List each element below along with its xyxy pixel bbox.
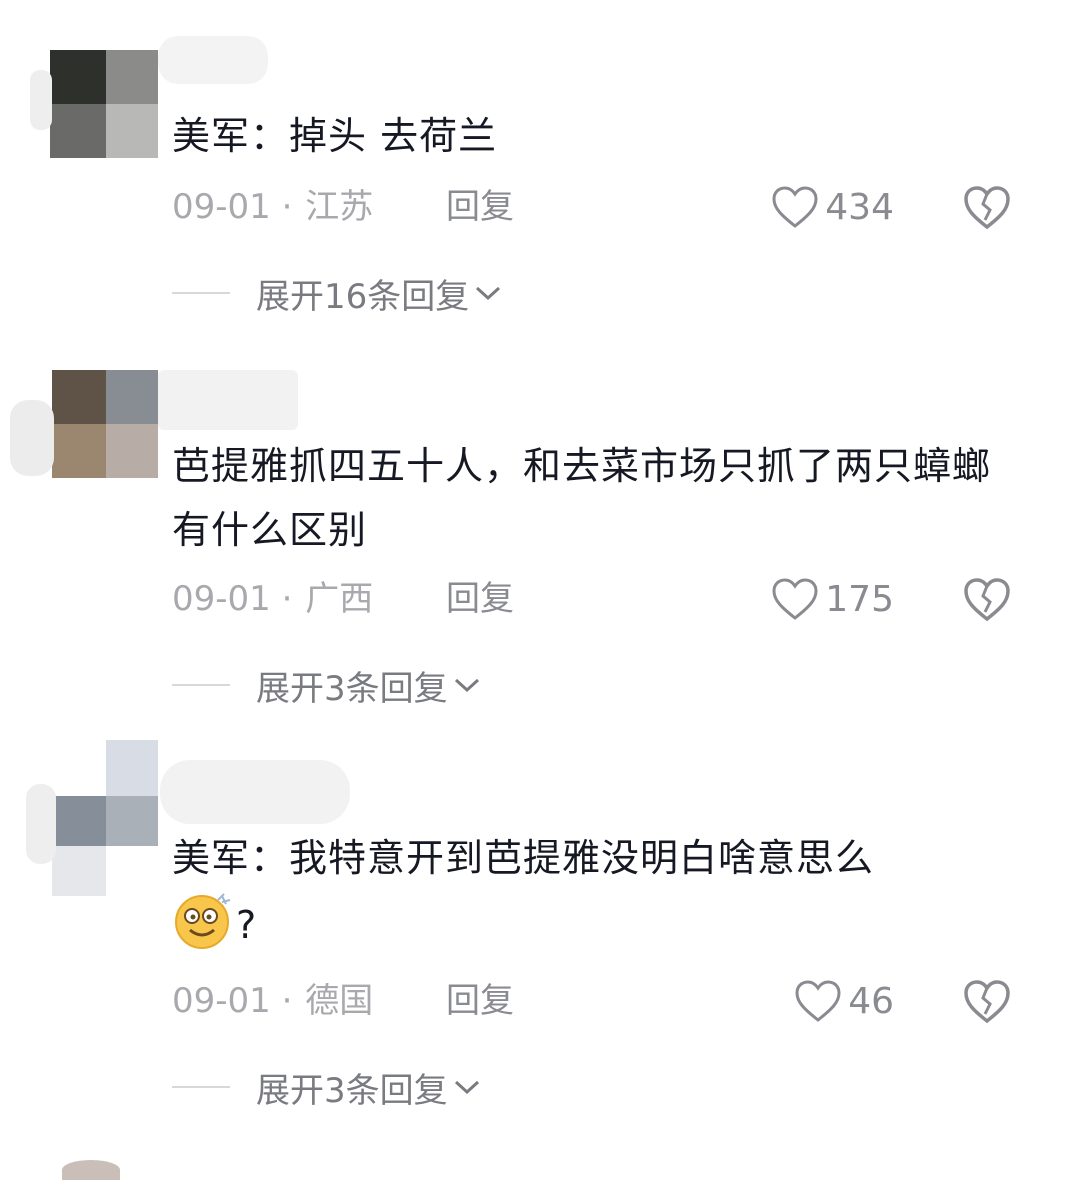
comment-date: 09-01	[172, 187, 271, 227]
comment-location: 广西	[305, 579, 374, 619]
divider-line	[172, 292, 230, 294]
heart-outline-icon	[795, 980, 841, 1022]
like-button[interactable]: 434	[771, 182, 894, 232]
meta-separator: ·	[281, 187, 293, 227]
chevron-down-icon	[454, 1080, 479, 1095]
comment-text: 美军：掉头 去荷兰	[172, 114, 498, 158]
like-count: 175	[825, 578, 894, 620]
reply-button[interactable]: 回复	[446, 574, 514, 624]
next-comment-avatar[interactable]	[62, 1160, 120, 1180]
comment-location: 江苏	[305, 187, 374, 227]
meta-separator: ·	[281, 579, 293, 619]
expand-replies-label: 展开16条回复	[256, 276, 470, 317]
comment-meta: 09-01 · 德国	[172, 976, 373, 1026]
expand-replies-label: 展开3条回复	[256, 1070, 448, 1111]
like-count: 434	[825, 186, 894, 228]
heart-outline-icon	[772, 578, 818, 620]
like-count: 46	[848, 980, 894, 1022]
comment-text: 美军：我特意开到芭提雅没明白啥意思么 ?	[172, 826, 1002, 957]
reply-button[interactable]: 回复	[446, 976, 514, 1026]
divider-line	[172, 1086, 230, 1088]
comment-text: 芭提雅抓四五十人，和去菜市场只抓了两只蟑螂有什么区别	[172, 444, 992, 552]
expand-replies-button[interactable]: 展开3条回复	[172, 660, 482, 710]
chevron-down-icon	[476, 286, 501, 301]
reply-button[interactable]: 回复	[446, 182, 514, 232]
divider-line	[172, 684, 230, 686]
comment-text-body: 美军：我特意开到芭提雅没明白啥意思么	[172, 836, 875, 880]
comment-text-suffix: ?	[236, 903, 258, 947]
comment-date: 09-01	[172, 579, 271, 619]
broken-heart-icon[interactable]	[962, 978, 1012, 1024]
expand-replies-button[interactable]: 展开3条回复	[172, 1062, 482, 1112]
comment-meta: 09-01 · 广西	[172, 574, 373, 624]
meta-separator: ·	[281, 981, 293, 1021]
dizzy-smile-emoji	[172, 890, 236, 950]
like-button[interactable]: 46	[794, 976, 894, 1026]
heart-outline-icon	[772, 186, 818, 228]
broken-heart-icon[interactable]	[962, 576, 1012, 622]
comment-location: 德国	[305, 981, 374, 1021]
comment-meta: 09-01 · 江苏	[172, 182, 373, 232]
comment-date: 09-01	[172, 981, 271, 1021]
expand-replies-label: 展开3条回复	[256, 668, 448, 709]
like-button[interactable]: 175	[771, 574, 894, 624]
chevron-down-icon	[454, 678, 479, 693]
expand-replies-button[interactable]: 展开16条回复	[172, 268, 503, 318]
broken-heart-icon[interactable]	[962, 184, 1012, 230]
